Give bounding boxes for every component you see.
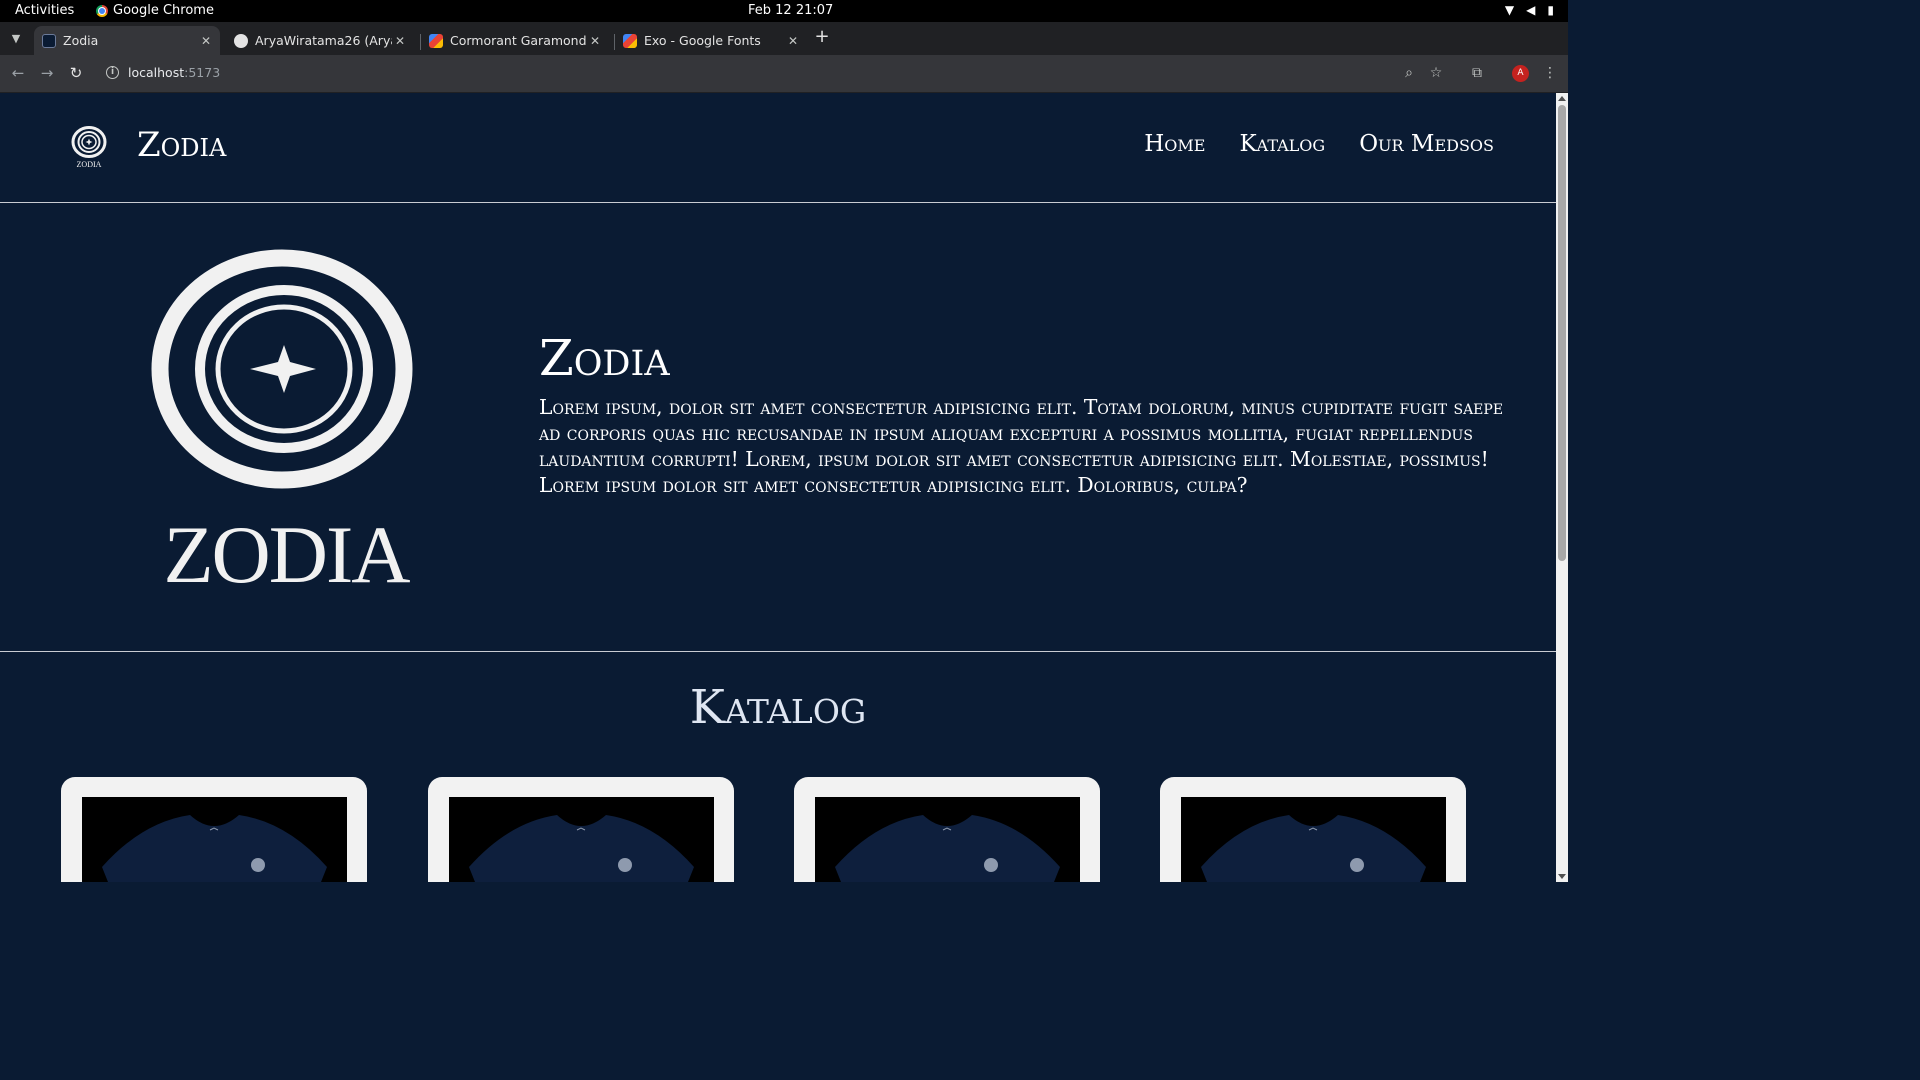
zodia-logo-icon[interactable]: ZODIA (71, 126, 107, 170)
tab-title: Exo - Google Fonts (644, 33, 761, 48)
close-tab-icon[interactable]: ✕ (587, 34, 603, 48)
close-tab-icon[interactable]: ✕ (198, 34, 214, 48)
app-menu[interactable]: Google Chrome (96, 3, 214, 18)
zodia-hero-logo: ZODIA (151, 249, 413, 589)
zodia-favicon-icon (42, 33, 56, 48)
scroll-up-arrow-icon[interactable] (1558, 96, 1566, 101)
volume-icon: ◀ (1526, 3, 1536, 17)
browser-toolbar: ← → ↻ i localhost:5173 ⌕ ☆ ⧉ A ⋮ (0, 55, 1568, 93)
activities-button[interactable]: Activities (15, 3, 74, 18)
hero-title: Zodia (539, 329, 670, 387)
reload-icon[interactable]: ↻ (67, 64, 85, 82)
nav-our-medsos[interactable]: Our Medsos (1359, 131, 1494, 157)
product-card[interactable] (794, 777, 1100, 882)
google-fonts-icon (623, 33, 637, 48)
github-icon (234, 33, 248, 48)
extensions-puzzle-icon[interactable]: ⧉ (1468, 64, 1486, 82)
tshirt-icon (102, 815, 327, 882)
product-image[interactable] (449, 797, 714, 882)
close-tab-icon[interactable]: ✕ (392, 34, 408, 48)
tab-github[interactable]: AryaWiratama26 (Arya W ✕ (226, 26, 414, 55)
app-name: Google Chrome (113, 3, 214, 18)
hero-section: ZODIA Zodia Lorem ipsum, dolor sit amet … (0, 203, 1556, 652)
zoom-icon[interactable]: ⌕ (1400, 64, 1418, 82)
close-tab-icon[interactable]: ✕ (785, 34, 801, 48)
system-tray[interactable]: ▼ ◀ ▮ (1505, 3, 1554, 17)
product-image[interactable] (82, 797, 347, 882)
chrome-menu-kebab-icon[interactable]: ⋮ (1541, 64, 1559, 82)
profile-avatar[interactable]: A (1512, 65, 1529, 82)
product-card[interactable] (61, 777, 367, 882)
site-info-icon[interactable]: i (106, 66, 119, 79)
clock[interactable]: Feb 12 21:07 (748, 3, 833, 18)
back-arrow-icon[interactable]: ← (9, 64, 27, 82)
svg-text:ZODIA: ZODIA (77, 160, 102, 169)
nav-katalog[interactable]: Katalog (1239, 131, 1325, 157)
product-card[interactable] (428, 777, 734, 882)
tab-title: Cormorant Garamond - G (450, 33, 587, 48)
battery-icon: ▮ (1547, 3, 1554, 17)
tab-zodia[interactable]: Zodia ✕ (34, 26, 220, 55)
tab-search-chevron-icon[interactable]: ▼ (6, 29, 26, 49)
page-scrollbar[interactable] (1556, 93, 1568, 882)
chrome-icon (96, 4, 108, 17)
scrollbar-thumb[interactable] (1558, 105, 1566, 561)
scroll-down-arrow-icon[interactable] (1558, 874, 1566, 879)
tab-title: AryaWiratama26 (Arya W (255, 33, 392, 48)
page-viewport: ZODIA Zodia Home Katalog Our Medsos ZODI… (0, 93, 1556, 882)
hero-description: Lorem ipsum, dolor sit amet consectetur … (539, 395, 1504, 497)
site-brand[interactable]: Zodia (137, 125, 226, 165)
site-header: ZODIA Zodia Home Katalog Our Medsos (0, 93, 1556, 203)
address-bar[interactable]: i localhost:5173 (98, 59, 1458, 88)
new-tab-plus-icon[interactable]: + (812, 27, 832, 47)
nav-home[interactable]: Home (1144, 131, 1205, 157)
forward-arrow-icon[interactable]: → (38, 64, 56, 82)
product-image[interactable] (1181, 797, 1446, 882)
catalog-title: Katalog (689, 680, 867, 735)
tshirt-icon (469, 815, 694, 882)
tshirt-icon (835, 815, 1060, 882)
hero-logo-wordmark: ZODIA (163, 509, 410, 589)
tab-cormorant-garamond[interactable]: Cormorant Garamond - G ✕ (421, 26, 609, 55)
product-card[interactable] (1160, 777, 1466, 882)
bookmark-star-icon[interactable]: ☆ (1427, 64, 1445, 82)
google-fonts-icon (429, 33, 443, 48)
os-top-bar: Activities Google Chrome Feb 12 21:07 ▼ … (0, 0, 1568, 22)
tab-exo[interactable]: Exo - Google Fonts ✕ (615, 26, 807, 55)
tshirt-icon (1201, 815, 1426, 882)
product-image[interactable] (815, 797, 1080, 882)
wifi-icon: ▼ (1504, 3, 1515, 17)
tab-strip: ▼ Zodia ✕ AryaWiratama26 (Arya W ✕ Cormo… (0, 22, 1568, 55)
main-nav: Home Katalog Our Medsos (1144, 131, 1494, 157)
tab-title: Zodia (63, 33, 99, 48)
url-text[interactable]: localhost:5173 (128, 65, 220, 80)
